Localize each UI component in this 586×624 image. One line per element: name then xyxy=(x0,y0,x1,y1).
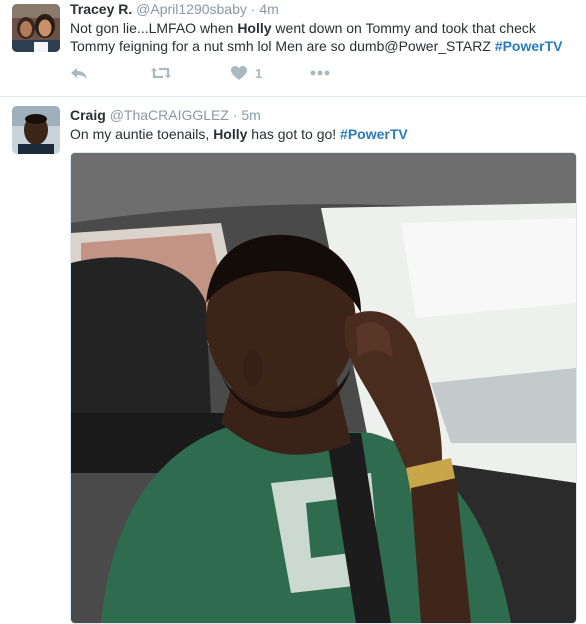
tweet[interactable]: Tracey R. @April1290sbaby · 4m Not gon l… xyxy=(0,0,586,97)
tweet-text: Not gon lie...LMFAO when Holly went down… xyxy=(70,19,575,55)
avatar[interactable] xyxy=(12,106,60,154)
like-button[interactable]: 1 xyxy=(231,62,262,84)
separator: · xyxy=(232,107,238,123)
hashtag-link[interactable]: #PowerTV xyxy=(340,126,408,142)
retweet-button[interactable] xyxy=(150,62,172,84)
text-segment: On my auntie toenails, xyxy=(70,126,214,142)
separator: · xyxy=(250,1,256,17)
more-icon xyxy=(310,70,330,76)
timestamp[interactable]: 4m xyxy=(259,1,278,17)
reply-icon xyxy=(70,65,88,81)
tweet-actions: 1 xyxy=(70,62,370,84)
tweet[interactable]: Craig @ThaCRAIGGLEZ · 5m On my auntie to… xyxy=(0,97,586,624)
hashtag-link[interactable]: #PowerTV xyxy=(495,38,563,54)
display-name[interactable]: Craig xyxy=(70,107,106,123)
highlight-term: Holly xyxy=(237,20,272,36)
avatar[interactable] xyxy=(12,4,60,52)
more-button[interactable] xyxy=(310,62,330,84)
username[interactable]: @April1290sbaby xyxy=(136,1,247,17)
text-segment: has got to go! xyxy=(247,126,341,142)
username[interactable]: @ThaCRAIGGLEZ xyxy=(110,107,229,123)
tweet-media-photo[interactable] xyxy=(70,152,577,624)
heart-icon xyxy=(231,65,247,81)
display-name[interactable]: Tracey R. xyxy=(70,1,132,17)
reply-button[interactable] xyxy=(70,62,88,84)
like-count: 1 xyxy=(255,65,263,81)
timestamp[interactable]: 5m xyxy=(241,107,260,123)
tweet-header: Tracey R. @April1290sbaby · 4m xyxy=(70,0,279,18)
highlight-term: Holly xyxy=(213,126,248,142)
tweet-header: Craig @ThaCRAIGGLEZ · 5m xyxy=(70,106,261,124)
retweet-icon xyxy=(150,65,172,81)
tweet-text: On my auntie toenails, Holly has got to … xyxy=(70,125,575,143)
text-segment: Not gon lie...LMFAO when xyxy=(70,20,238,36)
